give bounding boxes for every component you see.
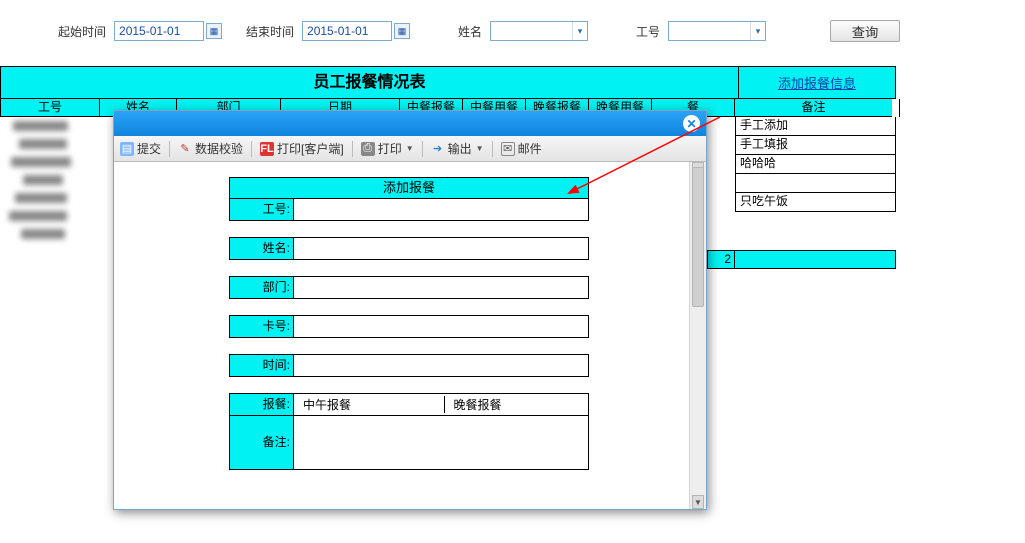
label-cardno: 卡号: — [230, 316, 294, 338]
table-row: 哈哈哈 — [735, 155, 896, 174]
checkbox-lunch-label: 中午报餐 — [303, 396, 351, 413]
dialog-titlebar[interactable]: ✕ — [114, 111, 706, 136]
save-icon: ▤ — [120, 142, 134, 156]
remarks-column: 手工添加 手工填报 哈哈哈 只吃午饭 — [735, 117, 896, 212]
end-date-input[interactable] — [302, 21, 392, 41]
label-time: 时间: — [230, 355, 294, 377]
col-empno: 工号 — [1, 99, 100, 117]
remark-cell: 哈哈哈 — [735, 155, 896, 174]
mail-icon: ✉ — [501, 142, 515, 156]
form-title: 添加报餐 — [229, 177, 589, 199]
dialog-toolbar: ▤提交 ✎数据校验 FL打印[客户端] ⎙打印▼ ➔输出▼ ✉邮件 — [114, 136, 706, 162]
label-remark: 备注: — [230, 416, 294, 470]
label-name: 姓名: — [230, 238, 294, 260]
check-icon: ✎ — [178, 142, 192, 156]
col-remark: 备注 — [735, 99, 892, 117]
input-time[interactable] — [298, 357, 584, 375]
printer-icon: ⎙ — [361, 142, 375, 156]
remark-cell: 手工添加 — [735, 117, 896, 136]
empno-combo[interactable]: ▾ — [668, 21, 766, 41]
dialog-scrollbar[interactable]: ▲ ▼ — [689, 162, 706, 509]
empno-label: 工号 — [636, 23, 660, 40]
total-count: 2 — [707, 250, 735, 269]
calendar-icon[interactable]: ▦ — [394, 23, 410, 39]
validate-button[interactable]: ✎数据校验 — [178, 140, 243, 157]
export-button[interactable]: ➔输出▼ — [431, 140, 484, 157]
chevron-down-icon[interactable]: ▾ — [572, 22, 587, 40]
meal-form: 添加报餐 工号: 姓名: 部门: 卡号: 时间: 报餐: 中午报餐 — [229, 177, 589, 470]
label-meal: 报餐: — [230, 394, 294, 416]
close-icon[interactable]: ✕ — [683, 115, 700, 132]
chevron-down-icon[interactable]: ▼ — [476, 144, 484, 153]
table-row: 手工添加 — [735, 117, 896, 136]
submit-button[interactable]: ▤提交 — [120, 140, 161, 157]
query-button[interactable]: 查询 — [830, 20, 900, 42]
total-remark-empty — [735, 250, 896, 269]
input-name[interactable] — [298, 240, 584, 258]
input-remark[interactable] — [294, 416, 589, 470]
remark-cell — [735, 174, 896, 193]
filter-bar: 起始时间 ▦ 结束时间 ▦ 姓名 ▾ 工号 ▾ 查询 — [0, 18, 1025, 44]
remark-cell: 手工填报 — [735, 136, 896, 155]
flash-icon: FL — [260, 142, 274, 156]
chevron-down-icon[interactable]: ▼ — [406, 144, 414, 153]
blurred-data-rows — [1, 117, 111, 243]
input-cardno[interactable] — [298, 318, 584, 336]
report-title: 员工报餐情况表 — [0, 66, 738, 99]
calendar-icon[interactable]: ▦ — [206, 23, 222, 39]
print-client-button[interactable]: FL打印[客户端] — [260, 140, 344, 157]
table-row — [735, 174, 896, 193]
table-row: 只吃午饭 — [735, 193, 896, 212]
add-link-cell: 添加报餐信息 — [738, 66, 896, 99]
print-button[interactable]: ⎙打印▼ — [361, 140, 414, 157]
add-meal-dialog: ✕ ▤提交 ✎数据校验 FL打印[客户端] ⎙打印▼ ➔输出▼ ✉邮件 添加报餐… — [113, 110, 707, 510]
export-icon: ➔ — [431, 142, 445, 156]
name-combo[interactable]: ▾ — [490, 21, 588, 41]
start-date-label: 起始时间 — [58, 23, 106, 40]
table-row: 手工填报 — [735, 136, 896, 155]
remark-cell: 只吃午饭 — [735, 193, 896, 212]
label-empno: 工号: — [230, 199, 294, 221]
name-label: 姓名 — [458, 23, 482, 40]
mail-button[interactable]: ✉邮件 — [501, 140, 542, 157]
input-dept[interactable] — [298, 279, 584, 297]
scroll-thumb[interactable] — [692, 167, 704, 307]
label-dept: 部门: — [230, 277, 294, 299]
add-meal-link[interactable]: 添加报餐信息 — [778, 73, 856, 92]
dialog-body: 添加报餐 工号: 姓名: 部门: 卡号: 时间: 报餐: 中午报餐 — [114, 162, 706, 509]
checkbox-dinner-label: 晚餐报餐 — [454, 396, 502, 413]
scroll-down-icon[interactable]: ▼ — [692, 495, 704, 509]
chevron-down-icon[interactable]: ▾ — [750, 22, 765, 40]
input-empno[interactable] — [298, 201, 584, 219]
end-date-label: 结束时间 — [246, 23, 294, 40]
start-date-input[interactable] — [114, 21, 204, 41]
total-row: 2 — [707, 250, 896, 269]
